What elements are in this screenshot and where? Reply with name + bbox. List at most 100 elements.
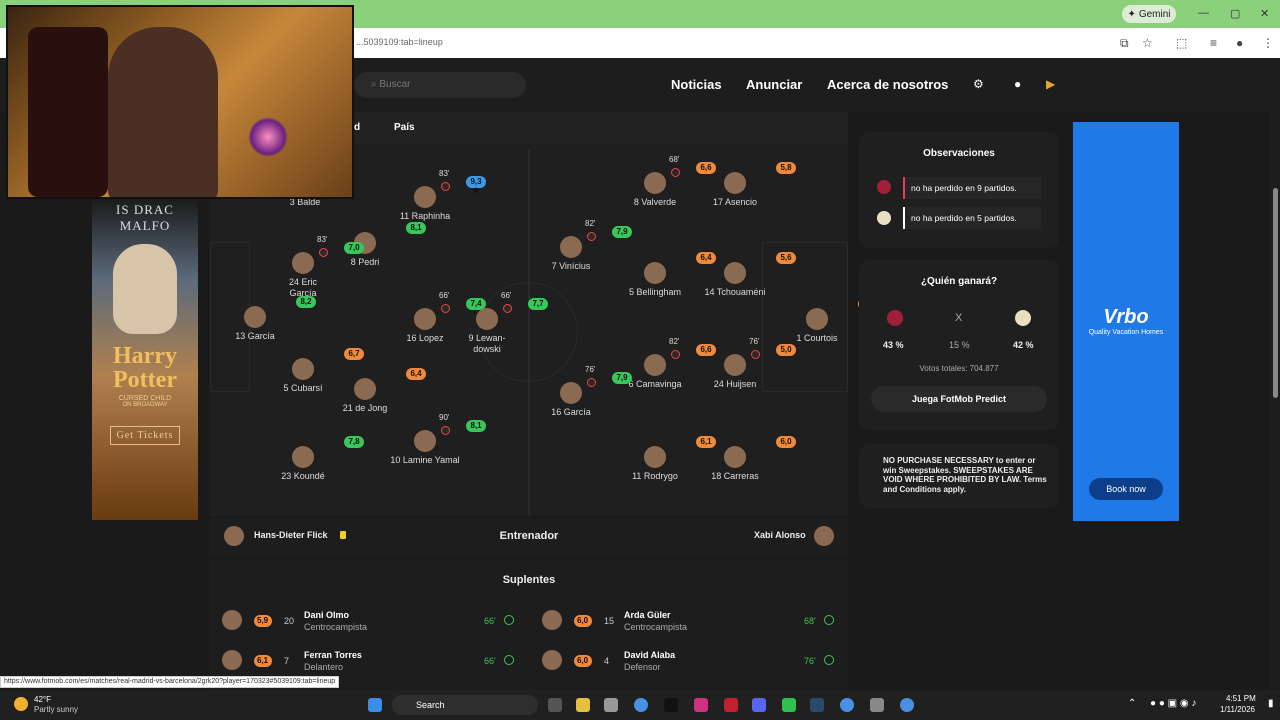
tiktok-icon[interactable] — [664, 698, 678, 712]
player-avatar: 6,6 82' — [644, 337, 716, 376]
madrid-player[interactable]: 7,9 76' 16 García — [526, 365, 632, 418]
sub-number: 20 — [284, 616, 295, 626]
player-avatar: 7,0 83' — [292, 235, 364, 274]
draw-pct: 15 % — [949, 340, 970, 350]
sub-name: Dani Olmo — [304, 610, 350, 620]
chrome-icon-3[interactable] — [900, 698, 914, 712]
notification-icon[interactable]: ▮ — [1268, 698, 1274, 709]
chair-shape — [28, 27, 108, 197]
filter-pais[interactable]: País — [394, 122, 415, 133]
sub-row[interactable]: 6,0 4 David Alaba Defensor 76' — [542, 646, 842, 678]
translate-icon[interactable]: ⧉ — [1120, 36, 1129, 51]
clock-time[interactable]: 4:51 PM — [1226, 694, 1256, 703]
scroll-thumb[interactable] — [1273, 188, 1278, 398]
chevron-up-icon[interactable]: ⌃ — [1128, 698, 1136, 709]
weather-icon[interactable] — [14, 697, 28, 711]
substitution-icon — [671, 168, 680, 177]
barca-player[interactable]: 7,0 83' 24 Eric García — [258, 235, 364, 299]
madrid-player[interactable]: 7,9 82' 7 Vinícius — [526, 219, 632, 272]
url-text[interactable]: ...5039109:tab=lineup — [356, 37, 443, 47]
sub-row[interactable]: 6,0 15 Arda Güler Centrocampista 68' — [542, 606, 842, 638]
player-rating: 7,9 — [612, 372, 632, 384]
madrid-player[interactable]: 6,1 11 Rodrygo — [610, 436, 716, 482]
book-now-button[interactable]: Book now — [1089, 478, 1163, 500]
barca-player[interactable]: 7,7 66' 9 Lewan- dowski — [442, 291, 548, 355]
task-view-icon[interactable] — [548, 698, 562, 712]
player-rating: 5,8 — [776, 162, 796, 174]
barca-player[interactable]: 8,2 13 García — [210, 296, 316, 342]
vrbo-tagline: Quality Vacation Homes — [1088, 329, 1164, 336]
chrome-icon-2[interactable] — [840, 698, 854, 712]
gemini-button[interactable]: ✦ Gemini — [1122, 5, 1176, 23]
madrid-player[interactable]: 6,1 1 Courtois — [772, 298, 878, 344]
nav-noticias[interactable]: Noticias — [671, 77, 722, 92]
star-icon[interactable]: ☆ — [1142, 36, 1153, 50]
nav-anunciar[interactable]: Anunciar — [746, 77, 802, 92]
ad-subtitle: CURSED CHILD — [118, 395, 172, 402]
file-explorer-icon[interactable] — [576, 698, 590, 712]
player-rating: 7,9 — [612, 226, 632, 238]
sub-number: 4 — [604, 656, 610, 666]
madrid-player[interactable]: 6,6 68' 8 Valverde — [610, 155, 716, 208]
sub-row[interactable]: 6,1 7 Ferran Torres Delantero 66' — [222, 646, 522, 678]
player-name: 24 Huijsen — [713, 379, 757, 389]
steam-icon[interactable] — [810, 698, 824, 712]
sub-in-icon — [504, 655, 514, 665]
close-icon[interactable]: ✕ — [1260, 7, 1269, 20]
vrbo-ad[interactable]: Vrbo Quality Vacation Homes Book now — [1073, 122, 1179, 521]
barca-player[interactable]: 8,1 90' 10 Lamine Yamal — [380, 413, 486, 466]
menu-icon[interactable]: ⋮ — [1262, 36, 1274, 50]
settings-icon[interactable] — [870, 698, 884, 712]
discord-icon[interactable] — [752, 698, 766, 712]
substitutes: Suplentes 5,9 20 Dani Olmo Centrocampista 66… — [210, 560, 848, 690]
windows-start-icon[interactable] — [368, 698, 382, 712]
taskbar-search[interactable]: Search — [392, 695, 538, 715]
barcelona-crest-icon[interactable] — [887, 310, 903, 326]
player-rating: 8,2 — [296, 296, 316, 308]
barca-player[interactable]: 7,8 23 Koundé — [258, 436, 364, 482]
page-scrollbar[interactable] — [1270, 58, 1280, 690]
harry-potter-ad[interactable]: IS DRAC MALFO Harry Potter CURSED CHILD … — [92, 198, 198, 520]
coach-away-name[interactable]: Xabi Alonso — [754, 530, 806, 540]
sub-in-icon — [824, 655, 834, 665]
chrome-icon[interactable] — [634, 698, 648, 712]
minimize-icon[interactable]: — — [1198, 7, 1209, 19]
sub-row[interactable]: 5,9 20 Dani Olmo Centrocampista 66' — [222, 606, 522, 638]
madrid-player[interactable]: 6,4 5 Bellingham — [610, 252, 716, 298]
madrid-player[interactable]: 5,8 17 Asencio — [690, 162, 796, 208]
sub-rating: 6,0 — [574, 615, 592, 627]
extensions-icon[interactable]: ⬚ — [1176, 36, 1187, 50]
draw-label[interactable]: X — [955, 312, 962, 324]
profile-icon[interactable]: ● — [1236, 36, 1243, 50]
predict-button[interactable]: Juega FotMob Predict — [871, 386, 1047, 412]
apple-icon[interactable]: ● — [1014, 77, 1021, 91]
subs-title: Suplentes — [502, 574, 556, 586]
spotify-icon[interactable] — [782, 698, 796, 712]
player-rating: 7,0 — [344, 242, 364, 254]
sub-position: Centrocampista — [624, 622, 688, 632]
player-name: 11 Raphinha — [399, 211, 451, 221]
substitution-icon — [319, 248, 328, 257]
media-icon[interactable]: ≡ — [1210, 36, 1217, 50]
clock-date[interactable]: 1/11/2026 — [1220, 705, 1255, 714]
madrid-player[interactable]: 5,6 14 Tchouaméni — [690, 252, 796, 298]
gear-icon[interactable]: ⚙ — [973, 77, 984, 91]
sub-in-time: 66' — [484, 616, 496, 626]
madrid-player[interactable]: 5,0 76' 24 Huijsen — [690, 337, 796, 390]
barca-player[interactable]: 6,4 21 de Jong — [320, 368, 426, 414]
get-tickets-button[interactable]: Get Tickets — [109, 426, 181, 445]
filter-tab[interactable]: d — [354, 122, 360, 133]
barca-player[interactable]: 9,3 ★ 83' 11 Raphinha — [380, 169, 486, 222]
play-store-icon[interactable]: ▶ — [1046, 77, 1055, 91]
sub-position: Defensor — [624, 662, 661, 672]
search-input[interactable]: ⌕ Buscar — [354, 72, 526, 98]
instagram-icon[interactable] — [694, 698, 708, 712]
nav-acerca[interactable]: Acerca de nosotros — [827, 77, 948, 92]
madrid-player[interactable]: 6,0 18 Carreras — [690, 436, 796, 482]
tray-icons[interactable]: ● ● ▣ ◉ ♪ — [1150, 698, 1196, 709]
player-rating: 5,6 — [776, 252, 796, 264]
maximize-icon[interactable]: ▢ — [1230, 7, 1240, 20]
media-app-icon[interactable] — [724, 698, 738, 712]
app-icon[interactable] — [604, 698, 618, 712]
real-madrid-crest-icon[interactable] — [1015, 310, 1031, 326]
